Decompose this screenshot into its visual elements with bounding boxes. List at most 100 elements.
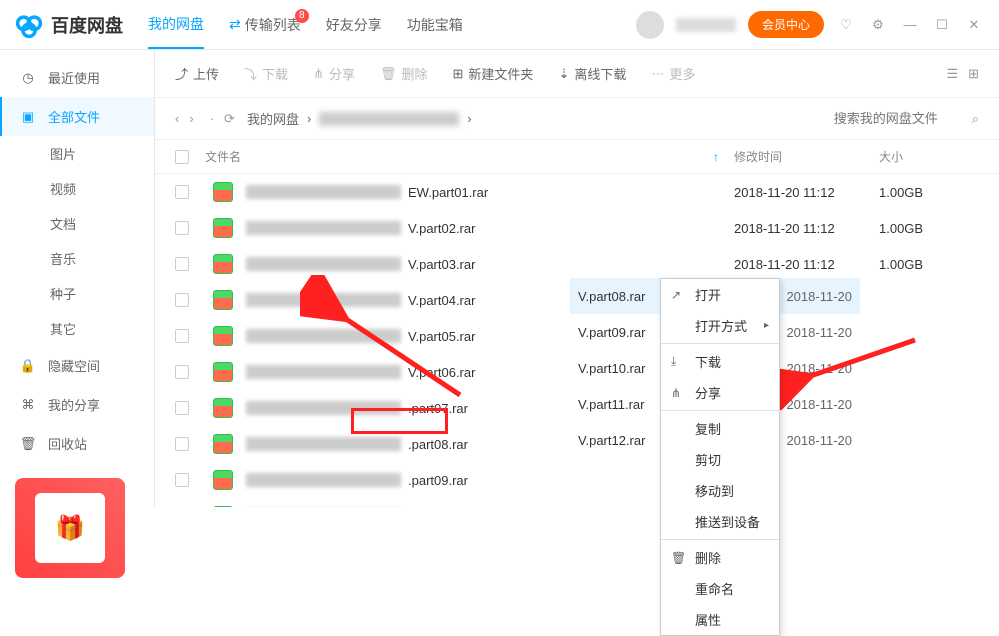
notif-icon[interactable]: ♡ (836, 15, 856, 35)
file-size: 1.00GB (879, 185, 979, 200)
row-checkbox[interactable] (175, 257, 189, 271)
upload-button[interactable]: ⤴上传 (175, 64, 219, 83)
filename-suffix: V.part04.rar (408, 293, 475, 308)
select-all-checkbox[interactable] (175, 150, 189, 164)
row-checkbox[interactable] (175, 365, 189, 379)
share-button[interactable]: ⋔分享 (313, 64, 355, 83)
grid-view-icon[interactable]: ⊞ (968, 66, 979, 82)
sidebar-sub-docs[interactable]: 文档 (0, 206, 154, 241)
sidebar-sub-video[interactable]: 视频 (0, 171, 154, 206)
sp-date: 2018-11-20 (786, 361, 852, 376)
sp-date: 2018-11-20 (786, 289, 852, 304)
menu-open-with[interactable]: 打开方式▸ (661, 310, 779, 341)
table-header: 文件名 ↑ 修改时间 大小 (155, 140, 999, 174)
breadcrumb-folder[interactable] (319, 112, 459, 126)
tab-tools[interactable]: 功能宝箱 (407, 1, 463, 49)
transfer-badge: 8 (295, 9, 309, 23)
trash-icon: 🗑 (671, 551, 685, 565)
logo-icon (15, 11, 43, 39)
sp-date: 2018-11-20 (786, 325, 852, 340)
toolbar: ⤴上传 ⤵下载 ⋔分享 🗑删除 ⊞新建文件夹 ⇣离线下载 ⋯更多 ☰ ⊞ (155, 50, 999, 98)
file-row[interactable]: V.part02.rar 2018-11-20 11:12 1.00GB (155, 210, 999, 246)
breadcrumb-path: 我的网盘 › › (247, 109, 472, 128)
qr-promo[interactable]: 🎁 (0, 463, 154, 593)
row-checkbox[interactable] (175, 185, 189, 199)
search-box: ⌕ (834, 111, 979, 127)
row-checkbox[interactable] (175, 401, 189, 415)
tab-transfer[interactable]: ⇄传输列表8 (229, 1, 301, 49)
menu-copy[interactable]: 复制 (661, 413, 779, 444)
col-size-header[interactable]: 大小 (879, 148, 979, 165)
sidebar-item-trash[interactable]: 🗑回收站 (0, 424, 154, 463)
tab-mydisk[interactable]: 我的网盘 (148, 1, 204, 49)
file-row[interactable]: .part09.rar (155, 462, 999, 498)
file-row[interactable]: V.part03.rar 2018-11-20 11:12 1.00GB (155, 246, 999, 282)
row-checkbox[interactable] (175, 329, 189, 343)
sidebar-item-hidden[interactable]: 🔒隐藏空间 (0, 346, 154, 385)
archive-icon (213, 218, 233, 238)
maximize-icon[interactable]: ☐ (932, 15, 952, 35)
tab-friends[interactable]: 好友分享 (326, 1, 382, 49)
more-button[interactable]: ⋯更多 (651, 64, 695, 83)
row-checkbox[interactable] (175, 437, 189, 451)
filename-suffix: V.part06.rar (408, 365, 475, 380)
breadcrumb-root[interactable]: 我的网盘 (247, 109, 299, 128)
menu-open[interactable]: ↗打开 (661, 279, 779, 310)
menu-share[interactable]: ⋔分享 (661, 377, 779, 408)
col-name-header[interactable]: 文件名 (205, 148, 241, 165)
filename-suffix: .part07.rar (408, 401, 468, 416)
offline-button[interactable]: ⇣离线下载 (558, 64, 626, 83)
filename-suffix: EW.part01.rar (408, 185, 488, 200)
list-view-icon[interactable]: ☰ (946, 66, 958, 82)
delete-button[interactable]: 🗑删除 (380, 64, 428, 83)
menu-cut[interactable]: 剪切 (661, 444, 779, 475)
nav-buttons: ‹ › · ⟳ (175, 111, 235, 127)
download-icon: ⤵ (244, 64, 257, 83)
menu-props[interactable]: 属性 (661, 604, 779, 635)
menu-divider (661, 343, 779, 344)
archive-icon (213, 362, 233, 382)
sidebar-sub-images[interactable]: 图片 (0, 136, 154, 171)
avatar[interactable] (636, 11, 664, 39)
back-icon[interactable]: ‹ (175, 111, 179, 127)
newfolder-button[interactable]: ⊞新建文件夹 (453, 64, 534, 83)
file-row[interactable]: EW.part01.rar 2018-11-20 11:12 1.00GB (155, 174, 999, 210)
view-toggles: ☰ ⊞ (946, 66, 979, 82)
open-icon: ↗ (671, 288, 685, 302)
close-icon[interactable]: ✕ (964, 15, 984, 35)
context-menu: ↗打开 打开方式▸ ⤓下载 ⋔分享 复制 剪切 移动到 推送到设备 🗑删除 重命… (660, 278, 780, 636)
refresh-icon[interactable]: ⟳ (224, 111, 235, 127)
sidebar-item-recent[interactable]: ◷最近使用 (0, 58, 154, 97)
menu-rename[interactable]: 重命名 (661, 573, 779, 604)
sidebar-sub-other[interactable]: 其它 (0, 311, 154, 346)
sidebar-item-allfiles[interactable]: ▣全部文件 (0, 97, 154, 136)
archive-icon (213, 254, 233, 274)
row-checkbox[interactable] (175, 293, 189, 307)
menu-download[interactable]: ⤓下载 (661, 346, 779, 377)
forward-icon[interactable]: › (189, 111, 193, 127)
sort-icon[interactable]: ↑ (713, 150, 719, 164)
search-icon[interactable]: ⌕ (972, 111, 979, 127)
sidebar-sub-torrent[interactable]: 种子 (0, 276, 154, 311)
minimize-icon[interactable]: — (900, 15, 920, 35)
menu-delete[interactable]: 🗑删除 (661, 542, 779, 573)
filename-blurred (246, 221, 401, 235)
sidebar-sub-music[interactable]: 音乐 (0, 241, 154, 276)
filename-blurred (246, 401, 401, 415)
sidebar-item-myshare[interactable]: ⌘我的分享 (0, 385, 154, 424)
search-input[interactable] (834, 111, 964, 126)
file-row[interactable]: .part10.rar (155, 498, 999, 507)
gear-icon[interactable]: ⚙ (868, 15, 888, 35)
trash-icon: 🗑 (20, 436, 36, 452)
app-header: 百度网盘 我的网盘 ⇄传输列表8 好友分享 功能宝箱 会员中心 ♡ ⚙ — ☐ … (0, 0, 999, 50)
filename-blurred (246, 185, 401, 199)
file-size: 1.00GB (879, 257, 979, 272)
row-checkbox[interactable] (175, 473, 189, 487)
menu-push[interactable]: 推送到设备 (661, 506, 779, 537)
download-button[interactable]: ⤵下载 (244, 64, 288, 83)
col-date-header[interactable]: 修改时间 (734, 148, 879, 165)
vip-button[interactable]: 会员中心 (748, 11, 824, 38)
menu-move-to[interactable]: 移动到 (661, 475, 779, 506)
row-checkbox[interactable] (175, 221, 189, 235)
filename-blurred (246, 473, 401, 487)
